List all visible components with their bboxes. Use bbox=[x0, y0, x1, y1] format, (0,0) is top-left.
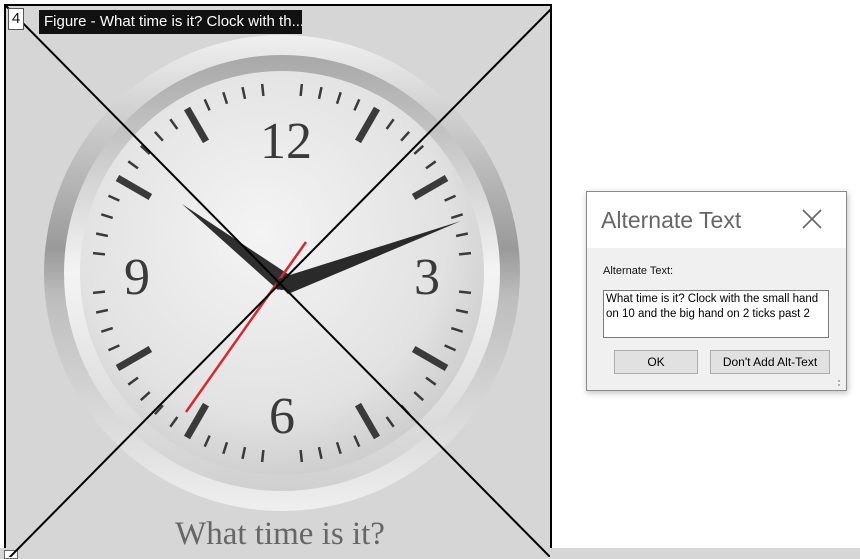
resize-grip-icon[interactable] bbox=[836, 380, 842, 386]
dialog-header: Alternate Text bbox=[587, 192, 846, 248]
alt-text-field-label: Alternate Text: bbox=[603, 265, 674, 277]
ok-button[interactable]: OK bbox=[614, 350, 698, 374]
minute-tick bbox=[458, 290, 472, 295]
dont-add-alt-text-button[interactable]: Don't Add Alt-Text bbox=[710, 350, 830, 374]
minute-tick bbox=[92, 290, 106, 295]
clock-image: 12 3 6 9 bbox=[44, 35, 520, 511]
figure-frame[interactable]: 12 3 6 9 4 Figure - What time is it? Clo… bbox=[4, 4, 552, 559]
minute-tick bbox=[299, 449, 304, 463]
close-icon[interactable] bbox=[797, 204, 827, 234]
figure-caption: What time is it? bbox=[175, 516, 385, 552]
minute-tick bbox=[458, 251, 472, 256]
figure-title-tag[interactable]: Figure - What time is it? Clock with th.… bbox=[39, 10, 302, 34]
numeral-12: 12 bbox=[260, 113, 312, 170]
numeral-9: 9 bbox=[124, 249, 150, 306]
hands-pivot bbox=[276, 278, 288, 290]
minute-tick bbox=[260, 83, 265, 97]
numeral-6: 6 bbox=[269, 388, 295, 445]
dialog-title: Alternate Text bbox=[601, 207, 742, 233]
alt-text-input[interactable]: What time is it? Clock with the small ha… bbox=[603, 290, 829, 338]
minute-tick bbox=[299, 83, 304, 97]
minute-tick bbox=[260, 449, 265, 463]
minute-tick bbox=[92, 251, 106, 256]
figure-number-badge[interactable]: 4 bbox=[8, 8, 24, 30]
numeral-3: 3 bbox=[414, 249, 440, 306]
alt-text-dialog: Alternate Text Alternate Text: What time… bbox=[586, 191, 847, 391]
